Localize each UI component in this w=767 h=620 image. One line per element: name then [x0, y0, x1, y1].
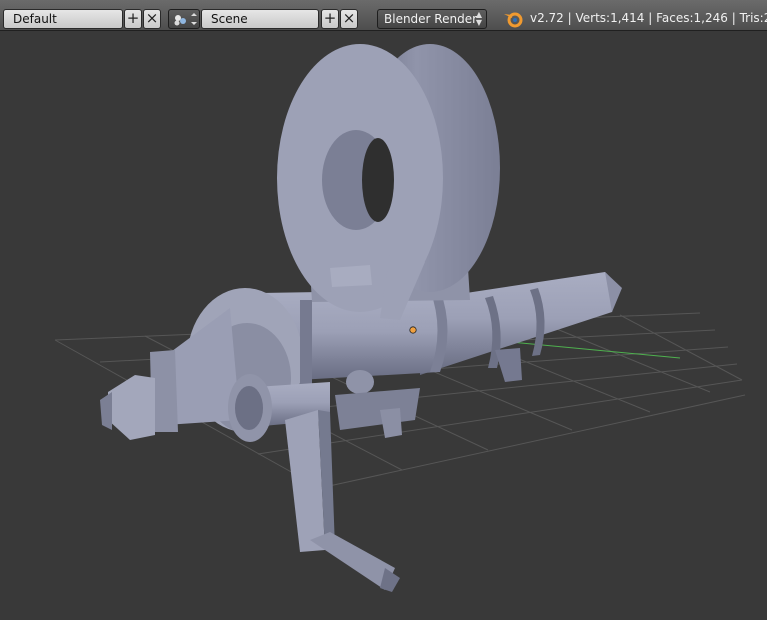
- render-engine-dropdown[interactable]: Blender Render ▲ ▼: [377, 9, 487, 29]
- add-scene-button[interactable]: +: [321, 9, 339, 29]
- add-screen-button[interactable]: +: [124, 9, 142, 29]
- blender-logo-icon: [504, 12, 523, 28]
- blender-window: Default + × Scene + × Blender Render ▲ ▼ …: [0, 0, 767, 620]
- object-origin-point[interactable]: [409, 326, 417, 334]
- info-header: Default + × Scene + × Blender Render ▲ ▼ …: [0, 0, 767, 31]
- dropdown-arrows-icon: ▲ ▼: [475, 10, 482, 27]
- render-engine-label: Blender Render: [384, 12, 478, 26]
- scene-selector-button[interactable]: [168, 9, 200, 29]
- 3d-viewport[interactable]: [0, 31, 767, 620]
- scene-statistics: v2.72 | Verts:1,414 | Faces:1,246 | Tris…: [530, 11, 767, 25]
- crank-mechanism-mesh[interactable]: [100, 44, 622, 592]
- remove-screen-button[interactable]: ×: [143, 9, 161, 29]
- scene-name-field[interactable]: Scene: [201, 9, 319, 29]
- screen-layout-field[interactable]: Default: [3, 9, 123, 29]
- scene-icon: [174, 13, 197, 26]
- remove-scene-button[interactable]: ×: [340, 9, 358, 29]
